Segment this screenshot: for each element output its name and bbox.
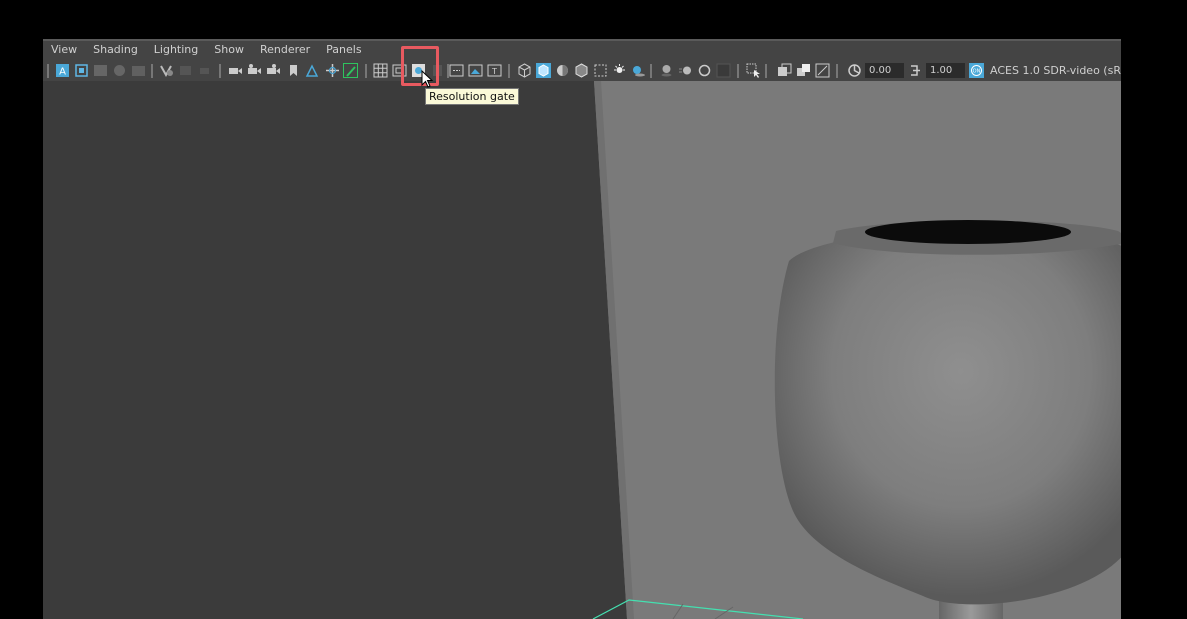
pan-zoom-icon[interactable]	[325, 63, 340, 78]
image-plane-icon[interactable]	[112, 63, 127, 78]
color-space-label[interactable]: ACES 1.0 SDR-video (sRGB	[990, 63, 1121, 78]
safe-title-icon[interactable]: T	[487, 63, 502, 78]
safe-action-icon[interactable]	[468, 63, 483, 78]
wireframe-on-shaded-icon[interactable]	[574, 63, 589, 78]
camera-icon[interactable]	[228, 63, 243, 78]
toolbar-separator	[219, 64, 221, 78]
svg-text:ON: ON	[973, 69, 981, 75]
gamma-field[interactable]: 1.00	[926, 63, 965, 78]
bookmarks-icon[interactable]	[93, 63, 108, 78]
panel-menubar: View Shading Lighting Show Renderer Pane…	[43, 41, 1121, 59]
exposure-field[interactable]: 0.00	[865, 63, 904, 78]
menu-view[interactable]: View	[43, 41, 85, 59]
xray-icon[interactable]	[593, 63, 608, 78]
motion-blur-icon[interactable]	[678, 63, 693, 78]
menu-lighting[interactable]: Lighting	[146, 41, 206, 59]
grid-icon[interactable]	[373, 63, 388, 78]
image-plane-toggle-icon[interactable]	[305, 63, 320, 78]
gamma-icon[interactable]	[908, 63, 923, 78]
select-camera-icon[interactable]: A	[55, 63, 70, 78]
menu-shading[interactable]: Shading	[85, 41, 146, 59]
toolbar-separator	[508, 64, 510, 78]
xray-active-components-icon[interactable]	[796, 63, 811, 78]
field-chart-icon[interactable]	[449, 63, 464, 78]
maya-viewport-panel: View Shading Lighting Show Renderer Pane…	[43, 39, 1121, 619]
isolate-select-icon[interactable]	[746, 63, 761, 78]
smooth-shade-icon[interactable]	[536, 63, 551, 78]
camera-attributes-icon[interactable]	[74, 63, 89, 78]
grease-pencil-icon[interactable]	[178, 63, 193, 78]
shadows-icon[interactable]	[631, 63, 646, 78]
use-default-material-icon[interactable]	[555, 63, 570, 78]
color-management-icon[interactable]: ON	[969, 63, 984, 78]
toolbar-separator	[650, 64, 652, 78]
bookmark-flag-icon[interactable]	[286, 63, 301, 78]
svg-text:T: T	[491, 67, 497, 76]
multisample-aa-icon[interactable]	[697, 63, 712, 78]
view-transform-icon[interactable]	[131, 63, 146, 78]
svg-text:A: A	[59, 67, 66, 78]
2d-pan-zoom-icon[interactable]	[159, 63, 174, 78]
frame-icon[interactable]	[197, 63, 212, 78]
depth-of-field-icon[interactable]	[716, 63, 731, 78]
toolbar-separator	[737, 64, 739, 78]
backface-culling-icon[interactable]	[815, 63, 830, 78]
grease-pencil-icon[interactable]	[343, 63, 358, 78]
3d-viewport[interactable]	[43, 81, 1121, 619]
toolbar-separator	[151, 64, 153, 78]
toolbar-separator	[365, 64, 367, 78]
toolbar-separator	[836, 64, 838, 78]
toolbar-separator	[765, 64, 767, 78]
use-all-lights-icon[interactable]	[612, 63, 627, 78]
panel-toolbar: A T 0.00 1.00 ON ACES 1.0 SDR-video (sR	[43, 60, 1121, 81]
wireframe-icon[interactable]	[517, 63, 532, 78]
menu-show[interactable]: Show	[206, 41, 252, 59]
toolbar-separator	[47, 64, 49, 78]
xray-joints-icon[interactable]	[777, 63, 792, 78]
menu-panels[interactable]: Panels	[318, 41, 369, 59]
goblet-bowl	[774, 228, 1121, 605]
menu-renderer[interactable]: Renderer	[252, 41, 318, 59]
tooltip-resolution-gate: Resolution gate	[425, 88, 519, 105]
screen-space-ao-icon[interactable]	[659, 63, 674, 78]
camera-track-icon[interactable]	[247, 63, 262, 78]
viewport-scene	[43, 81, 1121, 619]
bowl-opening	[865, 220, 1071, 244]
exposure-icon[interactable]	[847, 63, 862, 78]
camera-dolly-icon[interactable]	[266, 63, 281, 78]
